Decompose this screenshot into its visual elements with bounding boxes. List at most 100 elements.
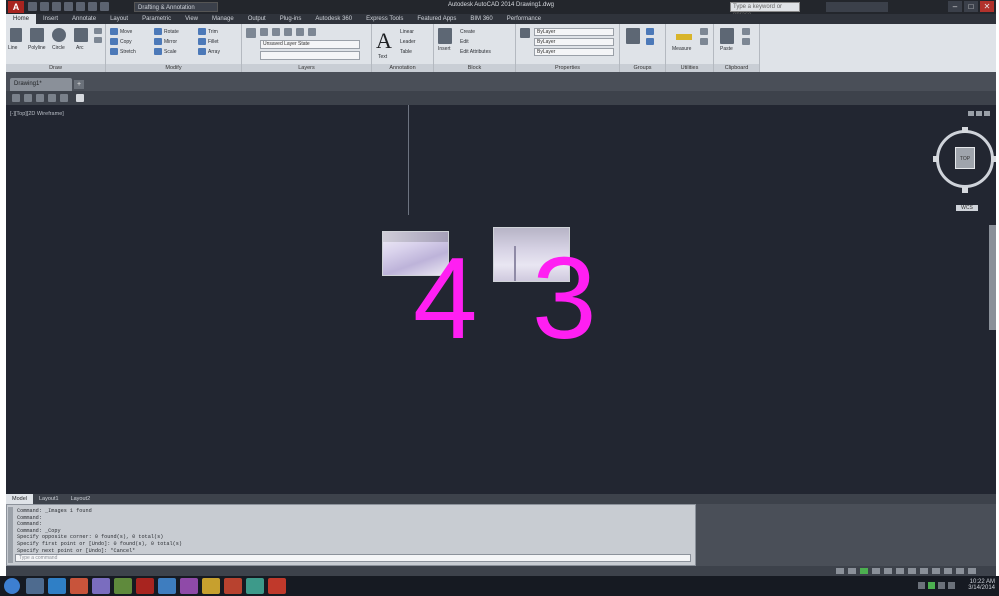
app-icon-11[interactable] bbox=[246, 578, 264, 594]
maximize-button[interactable]: □ bbox=[964, 1, 978, 12]
new-icon[interactable] bbox=[28, 2, 37, 11]
ribbon-tab-express-tools[interactable]: Express Tools bbox=[359, 14, 410, 24]
calculator-icon[interactable] bbox=[700, 38, 708, 45]
panel-title-modify[interactable]: Modify bbox=[106, 64, 241, 72]
status-icon-lock[interactable] bbox=[932, 568, 940, 574]
compass-east-icon[interactable] bbox=[991, 156, 996, 162]
array-icon[interactable] bbox=[198, 48, 206, 55]
status-icon-workspace[interactable] bbox=[920, 568, 928, 574]
match-properties-icon[interactable] bbox=[520, 28, 530, 38]
tray-network-icon[interactable] bbox=[918, 582, 925, 589]
hatch-icon[interactable] bbox=[94, 37, 102, 43]
trim-label[interactable]: Trim bbox=[208, 29, 218, 35]
command-input[interactable]: Type a command bbox=[15, 554, 691, 562]
panel-title-layers[interactable]: Layers bbox=[242, 64, 371, 72]
insert-block-icon[interactable] bbox=[438, 28, 452, 44]
ribbon-tab-annotate[interactable]: Annotate bbox=[65, 14, 103, 24]
ribbon-tab-featured-apps[interactable]: Featured Apps bbox=[410, 14, 463, 24]
clock[interactable]: 10:22 AM 3/14/2014 bbox=[968, 579, 995, 591]
ungroup-icon[interactable] bbox=[646, 28, 654, 35]
copy-clip-icon[interactable] bbox=[742, 38, 750, 45]
ie-icon[interactable] bbox=[48, 578, 66, 594]
app-icon-9[interactable] bbox=[202, 578, 220, 594]
navigation-bar[interactable] bbox=[989, 225, 996, 330]
quick-select-icon[interactable] bbox=[700, 28, 708, 35]
layer-state-combo[interactable]: Unsaved Layer State bbox=[260, 40, 360, 49]
layer-lock-icon[interactable] bbox=[284, 28, 292, 36]
edit-block-label[interactable]: Edit bbox=[460, 39, 469, 45]
app-icon-8[interactable] bbox=[180, 578, 198, 594]
group-icon[interactable] bbox=[626, 28, 640, 44]
search-input[interactable]: Type a keyword or phrase bbox=[730, 2, 800, 18]
status-icon-grid[interactable] bbox=[848, 568, 856, 574]
status-icon-hardware[interactable] bbox=[956, 568, 964, 574]
ribbon-tab-output[interactable]: Output bbox=[241, 14, 273, 24]
minimize-button[interactable]: – bbox=[948, 1, 962, 12]
ribbon-tab-manage[interactable]: Manage bbox=[205, 14, 241, 24]
panel-title-block[interactable]: Block bbox=[434, 64, 515, 72]
compass-north-icon[interactable] bbox=[962, 127, 968, 133]
start-button[interactable] bbox=[4, 578, 20, 594]
panel-title-draw[interactable]: Draw bbox=[6, 64, 105, 72]
linetype-combo[interactable]: ByLayer bbox=[534, 38, 614, 46]
move-icon[interactable] bbox=[110, 28, 118, 35]
ribbon-tab-layout[interactable]: Layout bbox=[103, 14, 135, 24]
edit-attributes-label[interactable]: Edit Attributes bbox=[460, 49, 491, 55]
save-as-icon[interactable] bbox=[64, 2, 73, 11]
lineweight-combo[interactable]: ByLayer bbox=[534, 48, 614, 56]
rotate-icon[interactable] bbox=[154, 28, 162, 35]
tray-flag-icon[interactable] bbox=[948, 582, 955, 589]
status-icon-osnap[interactable] bbox=[896, 568, 904, 574]
ribbon-tab-view[interactable]: View bbox=[178, 14, 205, 24]
panel-title-properties[interactable]: Properties bbox=[516, 64, 619, 72]
app-icon-7[interactable] bbox=[158, 578, 176, 594]
ribbon-tab-autodesk-360[interactable]: Autodesk 360 bbox=[308, 14, 359, 24]
cut-icon[interactable] bbox=[742, 28, 750, 35]
app-icon-10[interactable] bbox=[224, 578, 242, 594]
workspace-select[interactable]: Drafting & Annotation bbox=[134, 2, 218, 12]
viewcube-face[interactable]: TOP bbox=[955, 147, 975, 169]
text-icon[interactable]: A bbox=[376, 28, 392, 54]
explorer-icon[interactable] bbox=[26, 578, 44, 594]
viewport-controls-label[interactable]: [-][Top][2D Wireframe] bbox=[10, 111, 64, 117]
new-tab-button[interactable]: + bbox=[74, 80, 84, 89]
status-icon-model[interactable] bbox=[836, 568, 844, 574]
trim-icon[interactable] bbox=[198, 28, 206, 35]
open-icon[interactable] bbox=[40, 2, 49, 11]
undo-icon[interactable] bbox=[88, 2, 97, 11]
leader-label[interactable]: Leader bbox=[400, 39, 416, 45]
compass-south-icon[interactable] bbox=[962, 187, 968, 193]
panel-title-annotation[interactable]: Annotation bbox=[372, 64, 433, 72]
autocad-taskbar-icon[interactable] bbox=[136, 578, 154, 594]
stretch-icon[interactable] bbox=[110, 48, 118, 55]
circle-icon[interactable] bbox=[52, 28, 66, 42]
panel-title-utilities[interactable]: Utilities bbox=[666, 64, 713, 72]
layer-isolate-icon[interactable] bbox=[308, 28, 316, 36]
save-icon[interactable] bbox=[52, 2, 61, 11]
fillet-label[interactable]: Fillet bbox=[208, 39, 219, 45]
layer-properties-icon[interactable] bbox=[246, 28, 256, 38]
layer-freeze-icon[interactable] bbox=[272, 28, 280, 36]
ribbon-tab-parametric[interactable]: Parametric bbox=[135, 14, 178, 24]
viewport-close-icon[interactable] bbox=[984, 111, 990, 116]
ribbon-tab-performance[interactable]: Performance bbox=[500, 14, 548, 24]
stretch-label[interactable]: Stretch bbox=[120, 49, 136, 55]
status-icon-clean-screen[interactable] bbox=[968, 568, 976, 574]
mirror-label[interactable]: Mirror bbox=[164, 39, 177, 45]
scale-icon[interactable] bbox=[154, 48, 162, 55]
drawing-canvas[interactable]: [-][Top][2D Wireframe] 4 3 TOP WCS bbox=[6, 105, 996, 494]
viewport-minimize-icon[interactable] bbox=[968, 111, 974, 116]
plot-icon[interactable] bbox=[76, 2, 85, 11]
group-edit-icon[interactable] bbox=[646, 38, 654, 45]
table-label[interactable]: Table bbox=[400, 49, 412, 55]
mtext-number-left[interactable]: 4 bbox=[413, 240, 478, 356]
status-icon-isolate[interactable] bbox=[944, 568, 952, 574]
ribbon-tab-bim-360[interactable]: BIM 360 bbox=[463, 14, 499, 24]
mirror-icon[interactable] bbox=[154, 38, 162, 45]
current-layer-combo[interactable] bbox=[260, 51, 360, 60]
copy-icon[interactable] bbox=[110, 38, 118, 45]
media-icon[interactable] bbox=[70, 578, 88, 594]
layout-tab-model[interactable]: Model bbox=[6, 494, 33, 504]
rectangle-icon[interactable] bbox=[94, 28, 102, 34]
layer-on-icon[interactable] bbox=[260, 28, 268, 36]
